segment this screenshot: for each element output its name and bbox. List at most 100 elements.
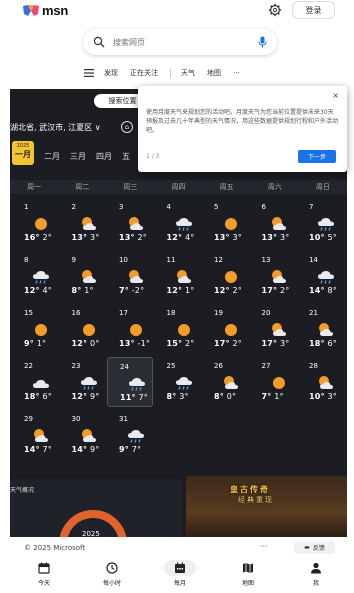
high-temp: 13° xyxy=(119,233,135,242)
calendar-day[interactable]: 8 12° 4° xyxy=(12,251,58,301)
feedback-label: 反馈 xyxy=(312,545,325,552)
hamburger-menu-icon[interactable] xyxy=(84,69,94,77)
sunny-icon xyxy=(225,218,237,230)
rain-icon xyxy=(175,377,192,390)
calendar-day[interactable]: 5 13° 3° xyxy=(202,198,248,248)
calendar-day[interactable]: 20 17° 3° xyxy=(250,304,296,354)
day-temperatures: 17° 2° xyxy=(214,339,242,348)
calendar-day[interactable]: 13 17° 2° xyxy=(250,251,296,301)
low-temp: 4° xyxy=(184,233,195,242)
day-number: 20 xyxy=(261,309,271,317)
high-temp: 18° xyxy=(24,392,40,401)
msn-logo[interactable]: msn xyxy=(22,3,68,18)
location-label[interactable]: 湖北省, 武汉市, 江夏区 ∨ xyxy=(10,122,101,133)
day-temperatures: 14° 9° xyxy=(72,445,100,454)
tab-monthly[interactable]: 每月 xyxy=(160,558,200,590)
nav-item-weather[interactable]: 天气 xyxy=(181,68,195,78)
calendar-day[interactable]: 16 12° 0° xyxy=(60,304,106,354)
sunny-icon xyxy=(177,324,190,336)
high-temp: 12° xyxy=(71,392,88,401)
calendar-day[interactable]: 29 14° 7° xyxy=(12,410,58,460)
calendar-day[interactable]: 28 10° 3° xyxy=(297,357,343,407)
nav-item-discover[interactable]: 发现 xyxy=(104,68,118,78)
tab-me[interactable]: 我 xyxy=(296,558,336,590)
calendar-day[interactable]: 27 7° 1° xyxy=(250,357,296,407)
calendar-day[interactable]: 4 12° 4° xyxy=(155,198,201,248)
microphone-icon[interactable] xyxy=(258,36,267,48)
day-temperatures: 11° 7° xyxy=(120,393,148,402)
high-temp: 7° xyxy=(261,392,272,401)
calendar-day[interactable]: 24 11° 7° xyxy=(107,357,153,407)
calendar-day[interactable]: 26 8° 0° xyxy=(202,357,248,407)
day-number: 5 xyxy=(214,203,219,211)
calendar-day[interactable]: 19 17° 2° xyxy=(202,304,248,354)
rain-icon xyxy=(128,430,144,443)
month-tab[interactable]: 三月 xyxy=(70,151,96,162)
low-temp: 7° xyxy=(42,445,52,454)
weekday-label: 周五 xyxy=(219,183,234,191)
high-temp: 10° xyxy=(309,392,325,401)
calendar-day[interactable]: 15 9° 1° xyxy=(12,304,58,354)
location-caret-icon: ∨ xyxy=(94,123,101,132)
high-temp: 8° xyxy=(214,392,224,401)
calendar-day[interactable]: 7 10° 5° xyxy=(297,198,343,248)
selected-month-badge[interactable]: 2025 一月 xyxy=(12,141,34,165)
tab-map[interactable]: 地图 xyxy=(228,558,268,590)
calendar-day[interactable]: 9 8° 1° xyxy=(60,251,106,301)
sunny-icon xyxy=(130,324,142,336)
day-number: 18 xyxy=(166,309,176,317)
more-options-icon[interactable]: ··· xyxy=(260,542,268,551)
calendar-day[interactable]: 14 14° 8° xyxy=(297,251,343,301)
game-advertisement[interactable]: 皇古传奇 经典重现 xyxy=(186,476,347,537)
calendar-month-icon xyxy=(175,562,185,573)
calendar-day[interactable]: 25 8° 3° xyxy=(155,357,201,407)
month-tab[interactable]: 二月 xyxy=(44,151,70,162)
search-bar[interactable] xyxy=(83,29,277,55)
month-tab[interactable]: 四月 xyxy=(96,151,122,162)
calendar-day[interactable]: 31 9° 7° xyxy=(107,410,153,460)
day-number: 10 xyxy=(119,256,128,264)
high-temp: 14° xyxy=(309,286,325,295)
close-icon[interactable]: × xyxy=(332,91,339,100)
calendar-day[interactable]: 3 13° 2° xyxy=(107,198,153,248)
calendar-day[interactable]: 11 12° 1° xyxy=(155,251,201,301)
day-temperatures: 12° 0° xyxy=(72,339,100,348)
calendar-day[interactable]: 6 13° 3° xyxy=(250,198,296,248)
calendar-day[interactable]: 21 18° 6° xyxy=(297,304,343,354)
nav-item-map[interactable]: 地图 xyxy=(207,68,221,78)
calendar-day[interactable]: 10 7° -2° xyxy=(107,251,153,301)
calendar-day[interactable]: 23 12° 9° xyxy=(60,357,106,407)
calendar-day[interactable]: 12 12° 2° xyxy=(202,251,248,301)
day-temperatures: 13° 3° xyxy=(214,233,242,242)
high-temp: 13° xyxy=(71,233,88,242)
calendar-day[interactable]: 30 14° 9° xyxy=(60,410,106,460)
nav-item-following[interactable]: 正在关注 xyxy=(130,68,158,78)
high-temp: 13° xyxy=(214,233,230,242)
day-number: 2 xyxy=(71,203,76,211)
calendar-day[interactable]: 1 16° 2° xyxy=(12,198,58,248)
tab-label: 每月 xyxy=(173,580,186,587)
nav-more[interactable]: ··· xyxy=(233,69,240,77)
feedback-button[interactable]: ▬ 反馈 xyxy=(294,541,335,554)
calendar-day[interactable]: 18 15° 2° xyxy=(155,304,201,354)
calendar-day[interactable]: 2 13° 3° xyxy=(60,198,106,248)
gear-icon[interactable] xyxy=(268,3,282,17)
calendar-day[interactable]: 17 13° -1° xyxy=(107,304,153,354)
rain-icon xyxy=(129,378,145,391)
next-button[interactable]: 下一步 xyxy=(298,150,336,163)
search-input[interactable] xyxy=(113,37,243,47)
month-selector: 二月 三月 四月 五 xyxy=(44,151,148,162)
tab-hourly[interactable]: 每小时 xyxy=(92,558,132,590)
top-nav: 发现 正在关注 天气 地图 ··· xyxy=(84,66,252,80)
partly-cloudy-icon xyxy=(319,323,333,336)
feedback-icon: ▬ xyxy=(304,544,310,551)
day-number: 8 xyxy=(24,256,29,264)
low-temp: 2° xyxy=(184,339,195,348)
login-button[interactable]: 登录 xyxy=(292,1,335,19)
low-temp: 1° xyxy=(36,339,47,348)
home-location-icon[interactable]: ⌂ xyxy=(121,121,133,133)
day-temperatures: 8° 3° xyxy=(167,392,189,401)
day-number: 13 xyxy=(261,256,271,264)
tab-today[interactable]: 今天 xyxy=(24,558,64,590)
calendar-day[interactable]: 22 18° 6° xyxy=(12,357,58,407)
